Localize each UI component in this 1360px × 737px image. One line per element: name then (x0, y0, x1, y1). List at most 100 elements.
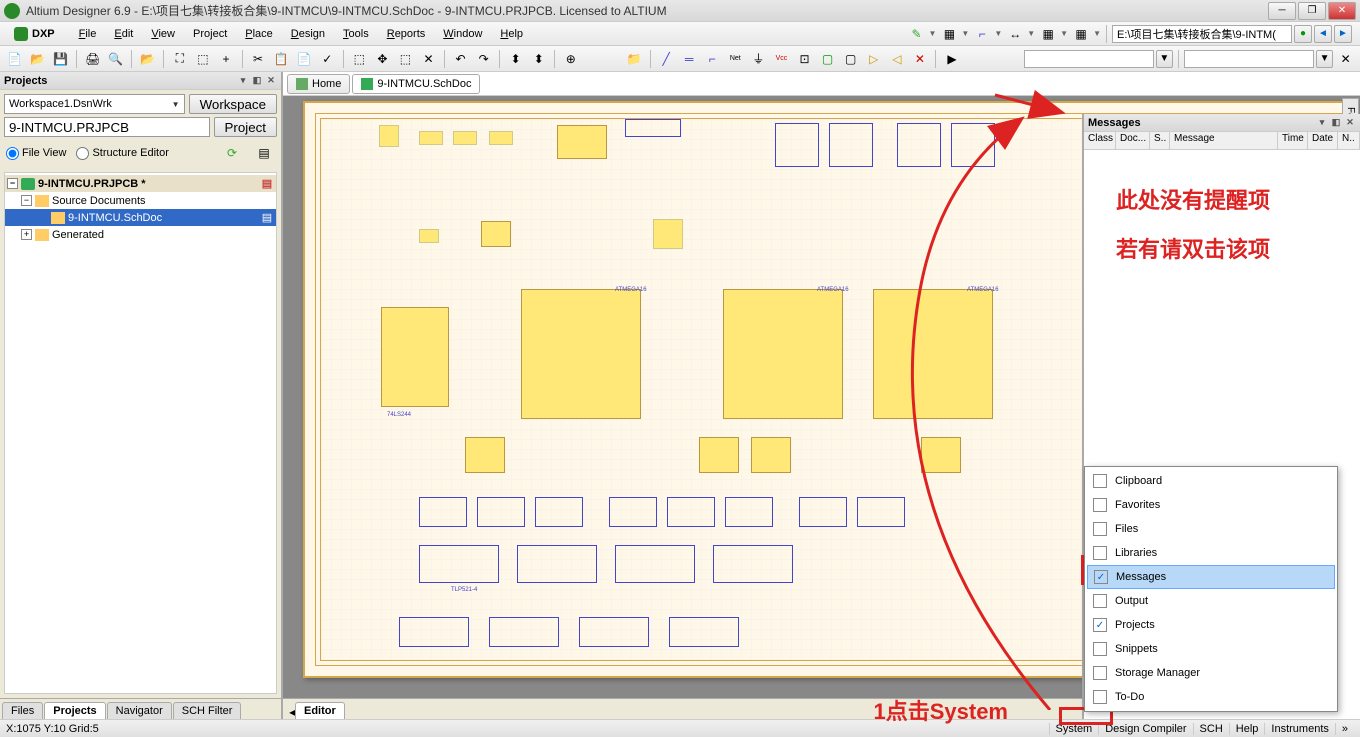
tab-schfilter[interactable]: SCH Filter (173, 702, 242, 719)
open2-icon[interactable]: 📂 (137, 48, 158, 70)
dd-arrow[interactable]: ▼ (1093, 29, 1101, 38)
hierarchy-icon[interactable]: ⬍ (505, 48, 526, 70)
save-icon[interactable]: 💾 (50, 48, 71, 70)
dc-chip[interactable] (699, 437, 739, 473)
dd-arrow[interactable]: ▼ (1027, 29, 1035, 38)
hierarchy2-icon[interactable]: ⬍ (528, 48, 549, 70)
opto[interactable] (477, 497, 525, 527)
component[interactable] (453, 131, 477, 145)
resistor-array[interactable] (897, 123, 941, 167)
tree-folder-source[interactable]: − Source Documents (5, 192, 276, 209)
popup-snippets[interactable]: Snippets (1087, 637, 1335, 661)
menu-design[interactable]: Design (283, 25, 333, 43)
zoom-fit-icon[interactable]: ⛶ (169, 48, 190, 70)
filter-dd[interactable]: ▼ (1156, 50, 1173, 68)
netlabel-icon[interactable]: Net (725, 48, 746, 70)
expand-icon[interactable]: − (21, 195, 32, 206)
diode-array[interactable] (399, 617, 469, 647)
workspace-button[interactable]: Workspace (189, 94, 277, 114)
part-icon[interactable]: ⊡ (794, 48, 815, 70)
component[interactable] (489, 131, 513, 145)
component[interactable] (481, 221, 511, 247)
col-no[interactable]: N.. (1338, 132, 1360, 149)
tb-style1-icon[interactable]: ▦ (938, 23, 960, 45)
close-button[interactable]: ✕ (1328, 2, 1356, 20)
minimize-button[interactable]: ─ (1268, 2, 1296, 20)
opto[interactable] (419, 497, 467, 527)
panel-pin-icon[interactable]: ◧ (251, 75, 263, 87)
tree-root[interactable]: − 9-INTMCU.PRJPCB * ▤ (5, 175, 276, 192)
opto[interactable] (799, 497, 847, 527)
preview-icon[interactable]: 🔍 (105, 48, 126, 70)
tree-doc-schdoc[interactable]: 9-INTMCU.SchDoc ▤ (5, 209, 276, 226)
path-go-icon[interactable]: ● (1294, 25, 1312, 43)
col-src[interactable]: S.. (1150, 132, 1170, 149)
filter-input[interactable] (1024, 50, 1154, 68)
project-button[interactable]: Project (214, 117, 277, 137)
menu-tools[interactable]: Tools (335, 25, 377, 43)
popup-messages[interactable]: ✓Messages (1087, 565, 1335, 589)
dd-arrow[interactable]: ▼ (994, 29, 1002, 38)
menu-reports[interactable]: Reports (379, 25, 434, 43)
project-input[interactable] (4, 117, 210, 137)
dd-arrow[interactable]: ▼ (928, 29, 936, 38)
status-instruments[interactable]: Instruments (1264, 723, 1334, 735)
filter2-dd[interactable]: ▼ (1316, 50, 1333, 68)
opto[interactable] (609, 497, 657, 527)
ic-atmega16-2[interactable] (723, 289, 843, 419)
bus-icon[interactable]: ═ (679, 48, 700, 70)
dc-chip[interactable] (921, 437, 961, 473)
menu-view[interactable]: View (143, 25, 183, 43)
sheet-icon[interactable]: ▢ (817, 48, 838, 70)
opto[interactable] (857, 497, 905, 527)
opto4[interactable] (517, 545, 597, 583)
col-doc[interactable]: Doc... (1116, 132, 1150, 149)
tree-opt-icon[interactable]: ▤ (253, 142, 275, 164)
tb-grid2-icon[interactable]: ▦ (1070, 23, 1092, 45)
opto4[interactable] (419, 545, 499, 583)
popup-todo[interactable]: To-Do (1087, 685, 1335, 709)
paste-icon[interactable]: 📄 (294, 48, 315, 70)
tab-scroll-left-icon[interactable]: ◄ (287, 707, 295, 719)
dxp-menu[interactable]: DXP (8, 25, 61, 43)
new-icon[interactable]: 📄 (4, 48, 25, 70)
refresh-icon[interactable]: ⟳ (221, 142, 243, 164)
ic-74ls244[interactable] (381, 307, 449, 407)
opto[interactable] (535, 497, 583, 527)
tb-wire-icon[interactable]: ⌐ (971, 23, 993, 45)
tb-draw-icon[interactable]: ✎ (905, 23, 927, 45)
popup-libraries[interactable]: Libraries (1087, 541, 1335, 565)
move-icon[interactable]: ✥ (372, 48, 393, 70)
cross-icon[interactable]: ⊕ (560, 48, 581, 70)
cut-icon[interactable]: ✂ (248, 48, 269, 70)
path-input[interactable] (1112, 25, 1292, 43)
stamp-icon[interactable]: ✓ (317, 48, 338, 70)
col-message[interactable]: Message (1170, 132, 1278, 149)
connector[interactable] (625, 119, 681, 137)
doc-tab-home[interactable]: Home (287, 74, 350, 94)
popup-favorites[interactable]: Favorites (1087, 493, 1335, 517)
workspace-combo[interactable]: Workspace1.DsnWrk▼ (4, 94, 185, 114)
port2-icon[interactable]: ◁ (886, 48, 907, 70)
ic-atmega16-3[interactable] (873, 289, 993, 419)
vcc-icon[interactable]: Vcc (771, 48, 792, 70)
menu-place[interactable]: Place (237, 25, 281, 43)
gnd-icon[interactable]: ⏚ (748, 48, 769, 70)
component[interactable] (379, 125, 399, 147)
select-icon[interactable]: ⬚ (349, 48, 370, 70)
col-class[interactable]: Class (1084, 132, 1116, 149)
zoom-in-icon[interactable]: + (215, 48, 236, 70)
sim-icon[interactable]: ▶ (941, 48, 962, 70)
panel-close-icon[interactable]: ✕ (1344, 117, 1356, 129)
open-icon[interactable]: 📂 (27, 48, 48, 70)
diode-array[interactable] (579, 617, 649, 647)
menu-help[interactable]: Help (492, 25, 531, 43)
browse-icon[interactable]: 📁 (623, 48, 644, 70)
path-back-icon[interactable]: ◄ (1314, 25, 1332, 43)
component[interactable] (419, 131, 443, 145)
tab-editor[interactable]: Editor (295, 702, 345, 719)
panel-close-icon[interactable]: ✕ (265, 75, 277, 87)
tab-files[interactable]: Files (2, 702, 43, 719)
dc-chip[interactable] (465, 437, 505, 473)
doc-tab-schdoc[interactable]: 9-INTMCU.SchDoc (352, 74, 480, 94)
